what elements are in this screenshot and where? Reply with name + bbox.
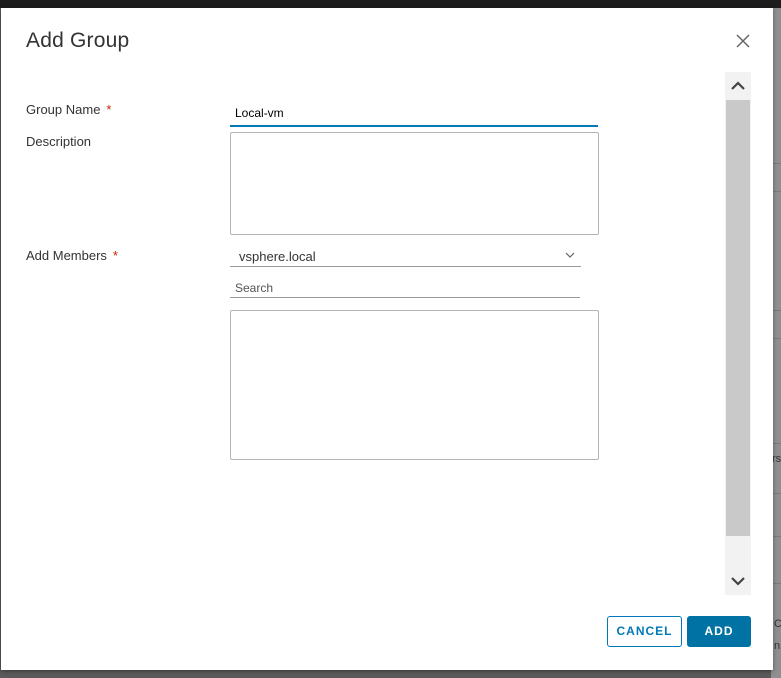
close-button[interactable] bbox=[734, 32, 752, 50]
app-header-bar bbox=[0, 0, 781, 8]
group-name-input[interactable] bbox=[230, 100, 598, 127]
chevron-down-icon bbox=[565, 252, 575, 258]
domain-select[interactable]: vsphere.local bbox=[230, 246, 581, 267]
group-name-label: Group Name * bbox=[26, 102, 112, 117]
required-marker: * bbox=[112, 248, 118, 263]
scroll-down-button[interactable] bbox=[725, 567, 751, 595]
required-marker: * bbox=[106, 102, 112, 117]
add-members-label: Add Members * bbox=[26, 248, 118, 263]
dialog-title: Add Group bbox=[26, 29, 130, 52]
background-text: rs bbox=[772, 453, 781, 465]
scrollbar[interactable] bbox=[725, 72, 751, 595]
add-button[interactable]: ADD bbox=[687, 616, 751, 647]
background-text: n bbox=[774, 640, 781, 652]
add-group-dialog: Add Group Group Name* Description Add Me… bbox=[1, 8, 773, 670]
background-text: C bbox=[774, 618, 781, 630]
cancel-button[interactable]: CANCEL bbox=[607, 616, 682, 647]
search-input[interactable] bbox=[230, 278, 580, 298]
description-label: Description bbox=[26, 134, 92, 149]
chevron-up-icon bbox=[731, 81, 745, 90]
scroll-up-button[interactable] bbox=[725, 72, 751, 100]
scrollbar-thumb[interactable] bbox=[726, 100, 750, 536]
description-textarea[interactable] bbox=[230, 132, 599, 235]
members-list[interactable] bbox=[230, 310, 599, 460]
close-icon bbox=[736, 34, 750, 48]
chevron-down-icon bbox=[731, 577, 745, 586]
domain-select-value: vsphere.local bbox=[239, 249, 316, 264]
